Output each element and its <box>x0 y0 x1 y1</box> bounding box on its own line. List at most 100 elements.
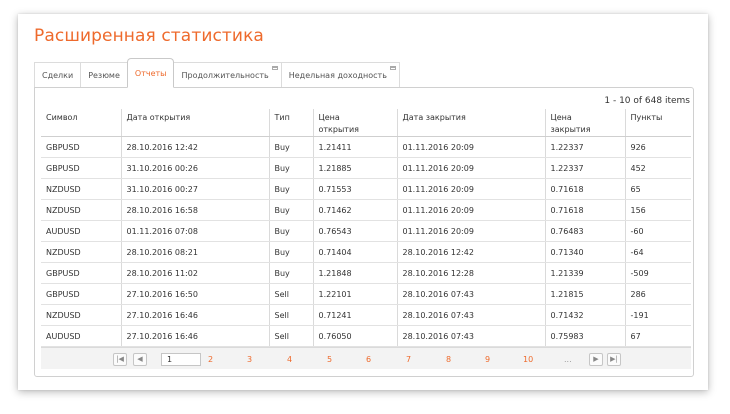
cell-symbol: NZDUSD <box>41 178 121 200</box>
cell-points: -64 <box>624 241 691 263</box>
cell-type: Buy <box>268 262 313 284</box>
cell-points: -60 <box>624 220 691 242</box>
page-link[interactable]: 7 <box>406 355 411 364</box>
cell-open-price: 0.71241 <box>312 304 397 326</box>
table-row[interactable]: GBPUSD 31.10.2016 00:26 Buy 1.21885 01.11.20… <box>41 157 691 179</box>
cell-open-price: 0.76543 <box>312 220 397 242</box>
table-row[interactable]: GBPUSD 27.10.2016 16:50 Sell 1.22101 28.10.2… <box>41 283 691 305</box>
tab-summary[interactable]: Резюме <box>80 62 128 88</box>
page-link[interactable]: 5 <box>327 355 332 364</box>
page-link[interactable]: 8 <box>446 355 451 364</box>
cell-open-date: 27.10.2016 16:46 <box>120 304 269 326</box>
popout-icon[interactable] <box>389 66 396 70</box>
cell-close-date: 01.11.2016 20:09 <box>396 199 545 221</box>
next-page-button[interactable]: ▶ <box>589 353 603 366</box>
popout-icon[interactable] <box>271 66 278 70</box>
page-link[interactable]: 2 <box>208 355 213 364</box>
table-row[interactable]: AUDUSD 27.10.2016 16:46 Sell 0.76050 28.10.2… <box>41 325 691 347</box>
cell-points: 156 <box>624 199 691 221</box>
cell-close-date: 01.11.2016 20:09 <box>396 136 545 158</box>
page-link[interactable]: 4 <box>287 355 292 364</box>
cell-symbol: NZDUSD <box>41 304 121 326</box>
items-info: 1 - 10 of 648 items <box>604 96 690 106</box>
cell-close-price: 1.21815 <box>544 283 625 305</box>
page-title: Расширенная статистика <box>34 26 264 46</box>
cell-symbol: NZDUSD <box>41 199 121 221</box>
column-header-symbol[interactable]: Символ <box>41 109 121 137</box>
cell-open-date: 27.10.2016 16:46 <box>120 325 269 347</box>
column-header-label: Дата закрытия <box>402 113 466 122</box>
page-link[interactable]: 9 <box>485 355 490 364</box>
cell-symbol: GBPUSD <box>41 136 121 158</box>
cell-points: 286 <box>624 283 691 305</box>
tab-label: Сделки <box>42 71 74 80</box>
cell-type: Buy <box>268 178 313 200</box>
table-header-row: Символ Дата открытия Тип Цена открытия Да… <box>41 109 691 137</box>
tab-label: Недельная доходность <box>288 71 387 80</box>
tab-label: Продолжительность <box>181 71 269 80</box>
cell-points: -191 <box>624 304 691 326</box>
first-page-icon: |◀ <box>116 355 124 363</box>
cell-open-price: 0.76050 <box>312 325 397 347</box>
column-header-open-date[interactable]: Дата открытия <box>120 109 269 137</box>
cell-open-date: 27.10.2016 16:50 <box>120 283 269 305</box>
page-link[interactable]: 6 <box>366 355 371 364</box>
cell-close-price: 0.75983 <box>544 325 625 347</box>
cell-open-date: 01.11.2016 07:08 <box>120 220 269 242</box>
cell-type: Buy <box>268 199 313 221</box>
last-page-button[interactable]: ▶| <box>607 353 621 366</box>
cell-close-price: 0.71432 <box>544 304 625 326</box>
table-row[interactable]: NZDUSD 31.10.2016 00:27 Buy 0.71553 01.11.20… <box>41 178 691 200</box>
column-header-close-date[interactable]: Дата закрытия <box>396 109 545 137</box>
cell-close-date: 28.10.2016 07:43 <box>396 304 545 326</box>
cell-close-price: 1.22337 <box>544 136 625 158</box>
column-header-type[interactable]: Тип <box>268 109 313 137</box>
tab-duration[interactable]: Продолжительность <box>173 62 282 88</box>
page-link[interactable]: 10 <box>523 355 533 364</box>
column-header-label: открытия <box>318 125 359 134</box>
cell-close-price: 0.76483 <box>544 220 625 242</box>
page-input[interactable]: 1 <box>161 353 201 366</box>
first-page-button[interactable]: |◀ <box>113 353 127 366</box>
cell-points: 65 <box>624 178 691 200</box>
cell-open-price: 0.71462 <box>312 199 397 221</box>
tab-deals[interactable]: Сделки <box>34 62 82 88</box>
page-link[interactable]: 3 <box>247 355 252 364</box>
tab-reports[interactable]: Отчеты <box>126 58 175 88</box>
table-row[interactable]: AUDUSD 01.11.2016 07:08 Buy 0.76543 01.11.20… <box>41 220 691 242</box>
column-header-points[interactable]: Пункты <box>624 109 691 137</box>
cell-type: Buy <box>268 136 313 158</box>
cell-symbol: GBPUSD <box>41 262 121 284</box>
cell-open-price: 1.21411 <box>312 136 397 158</box>
next-page-icon: ▶ <box>593 355 599 363</box>
cell-type: Buy <box>268 241 313 263</box>
cell-close-date: 01.11.2016 20:09 <box>396 178 545 200</box>
column-header-close-price[interactable]: Цена закрытия <box>544 109 625 137</box>
cell-open-date: 28.10.2016 11:02 <box>120 262 269 284</box>
tab-weekly-return[interactable]: Недельная доходность <box>280 62 400 88</box>
table-row[interactable]: GBPUSD 28.10.2016 12:42 Buy 1.21411 01.11.20… <box>41 136 691 158</box>
cell-type: Sell <box>268 283 313 305</box>
column-header-label: закрытия <box>550 125 591 134</box>
table-row[interactable]: NZDUSD 28.10.2016 16:58 Buy 0.71462 01.11.20… <box>41 199 691 221</box>
reports-table: Символ Дата открытия Тип Цена открытия Да… <box>41 109 691 347</box>
cell-symbol: GBPUSD <box>41 283 121 305</box>
column-header-open-price[interactable]: Цена открытия <box>312 109 397 137</box>
table-row[interactable]: GBPUSD 28.10.2016 11:02 Buy 1.21848 28.10.20… <box>41 262 691 284</box>
table-row[interactable]: NZDUSD 28.10.2016 08:21 Buy 0.71404 28.10.20… <box>41 241 691 263</box>
tab-strip: Сделки Резюме Отчеты Продолжительность Н… <box>34 58 400 88</box>
prev-page-icon: ◀ <box>137 355 143 363</box>
column-header-label: Тип <box>274 113 290 122</box>
page-ellipsis[interactable]: ... <box>564 355 572 364</box>
prev-page-button[interactable]: ◀ <box>133 353 147 366</box>
cell-close-price: 1.21339 <box>544 262 625 284</box>
table-row[interactable]: NZDUSD 27.10.2016 16:46 Sell 0.71241 28.10.2… <box>41 304 691 326</box>
tab-label: Резюме <box>88 71 120 80</box>
reports-panel: 1 - 10 of 648 items Символ Дата открытия… <box>34 87 694 377</box>
cell-symbol: AUDUSD <box>41 220 121 242</box>
cell-close-price: 1.22337 <box>544 157 625 179</box>
cell-close-date: 28.10.2016 07:43 <box>396 283 545 305</box>
last-page-icon: ▶| <box>610 355 618 363</box>
cell-symbol: GBPUSD <box>41 157 121 179</box>
cell-type: Buy <box>268 220 313 242</box>
